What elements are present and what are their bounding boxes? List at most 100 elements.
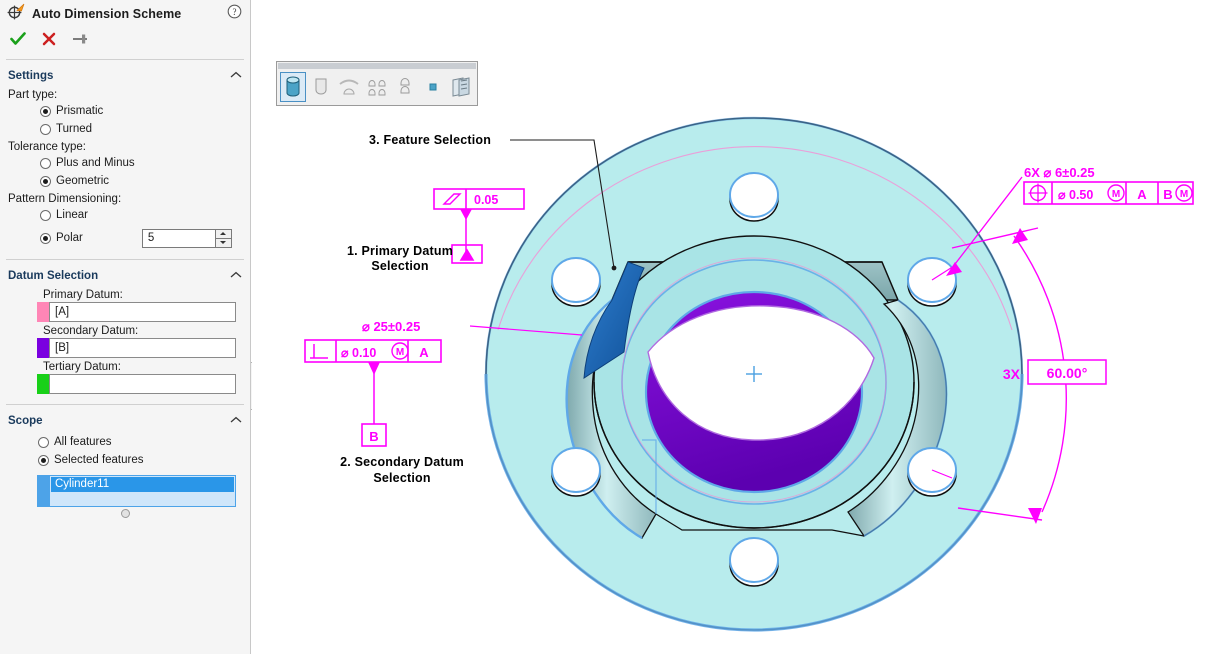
bore-dimension-leader [469, 325, 583, 336]
section-datum-selection-header[interactable]: Datum Selection [0, 266, 250, 286]
selected-features-color-swatch [37, 475, 49, 507]
flatness-feature-control-frame [433, 188, 525, 210]
radio-prismatic[interactable]: Prismatic [0, 102, 250, 120]
list-item[interactable]: Cylinder11 [51, 477, 234, 492]
page-title: Auto Dimension Scheme [32, 7, 182, 21]
tertiary-datum-row[interactable] [37, 374, 236, 394]
angle-count-label: 3X [1003, 366, 1021, 382]
position-datum-secondary: B [1163, 187, 1172, 202]
chevron-up-icon[interactable] [230, 271, 242, 282]
secondary-datum-color-swatch [37, 338, 49, 358]
radio-prismatic-label: Prismatic [56, 105, 104, 117]
radio-geometric-indicator[interactable] [40, 175, 51, 187]
multi-face-feature-icon[interactable] [448, 72, 474, 102]
mmc-modifier-circle-icon [391, 342, 409, 360]
radio-plus-and-minus-indicator[interactable] [40, 157, 51, 169]
chevron-up-icon[interactable] [230, 416, 242, 427]
hole-feature-icon[interactable] [392, 72, 418, 102]
perpendicularity-datum-ref: A [419, 345, 429, 360]
position-tolerance-value: ⌀ 0.50 [1058, 188, 1093, 202]
secondary-datum-label: Secondary Datum: [43, 325, 139, 337]
callout-secondary-datum-line1: 2. Secondary Datum [340, 455, 464, 469]
chevron-up-icon[interactable] [230, 71, 242, 82]
radio-prismatic-indicator[interactable] [40, 105, 51, 117]
pattern-count-stepper[interactable]: 5 [141, 228, 232, 248]
tertiary-datum-label: Tertiary Datum: [43, 361, 121, 373]
center-mark-icon [746, 366, 762, 382]
radio-polar-indicator[interactable] [40, 232, 51, 244]
radio-linear-indicator[interactable] [40, 209, 51, 221]
section-settings-title: Settings [8, 70, 54, 82]
selected-features-listbox-wrap: Cylinder11 [37, 475, 236, 507]
radio-linear[interactable]: Linear [0, 206, 250, 224]
angular-arrow-top [1012, 228, 1028, 244]
angular-arrow-bottom [1028, 508, 1042, 524]
flatness-tolerance-value: 0.05 [474, 193, 498, 207]
angle-value-text: 60.00° [1047, 365, 1088, 381]
toolbar-items [277, 69, 477, 105]
fillet-feature-icon[interactable] [336, 72, 362, 102]
hole-callout-leader [951, 176, 1023, 269]
check-icon[interactable] [10, 31, 26, 51]
radio-plus-and-minus-label: Plus and Minus [56, 157, 135, 169]
datum-b-frame [361, 423, 387, 447]
graphics-area[interactable]: 0.05 ⌀ 25±0.25 ⌀ 0.10 M A B 6X ⌀ 6±0.25 … [252, 0, 1208, 654]
radio-plus-and-minus[interactable]: Plus and Minus [0, 154, 250, 172]
radio-geometric-label: Geometric [56, 175, 110, 187]
primary-datum-field[interactable]: [A] [49, 302, 236, 322]
radio-turned[interactable]: Turned [0, 120, 250, 138]
panel-header: Auto Dimension Scheme ? [0, 0, 250, 28]
panel-divider-2 [6, 259, 244, 260]
datum-b-leader-arrow [368, 362, 380, 375]
help-icon[interactable]: ? [227, 4, 242, 24]
pin-icon[interactable] [72, 32, 89, 51]
radio-all-features[interactable]: All features [0, 433, 250, 451]
x-icon[interactable] [42, 32, 56, 51]
position-datum-secondary-modifier: M [1180, 189, 1188, 200]
primary-datum-label: Primary Datum: [43, 289, 123, 301]
part-type-label: Part type: [8, 89, 58, 101]
feature-selection-leader [510, 139, 615, 269]
radio-polar-label: Polar [56, 232, 83, 244]
position-modifier: M [1112, 189, 1120, 200]
radio-selected-features[interactable]: Selected features [0, 451, 250, 469]
bore-dimension-text: ⌀ 25±0.25 [362, 319, 420, 334]
radio-selected-features-label: Selected features [54, 454, 144, 466]
hole-center-tick [931, 265, 955, 281]
selected-features-listbox[interactable]: Cylinder11 [49, 475, 236, 507]
radio-turned-label: Turned [56, 123, 93, 135]
radio-selected-features-indicator[interactable] [38, 454, 49, 466]
hole-callout-leader-arrow [946, 262, 962, 276]
secondary-datum-field[interactable]: [B] [49, 338, 236, 358]
feature-type-toolbar[interactable] [276, 61, 478, 106]
callout-primary-datum-line1: 1. Primary Datum [346, 244, 454, 258]
plane-feature-icon[interactable] [420, 72, 446, 102]
perpendicularity-tolerance-value: ⌀ 0.10 [341, 346, 376, 360]
application-window: Auto Dimension Scheme ? Settings Part ty… [0, 0, 1208, 654]
pattern-count-stepper-buttons[interactable] [214, 228, 232, 248]
position-datum-primary: A [1137, 187, 1147, 202]
section-settings-header[interactable]: Settings [0, 66, 250, 86]
panel-divider-3 [6, 404, 244, 405]
tertiary-datum-field[interactable] [49, 374, 236, 394]
radio-geometric[interactable]: Geometric [0, 172, 250, 190]
primary-datum-row[interactable]: [A] [37, 302, 236, 322]
perpendicularity-modifier: M [396, 347, 404, 358]
radio-all-features-indicator[interactable] [38, 436, 49, 448]
hole-count-dimension-text: 6X ⌀ 6±0.25 [1024, 165, 1095, 180]
angular-dimension-arc [951, 227, 1067, 521]
stepper-down-icon[interactable] [214, 237, 232, 248]
hole-pattern-feature-icon[interactable] [364, 72, 390, 102]
pattern-dimensioning-label: Pattern Dimensioning: [8, 193, 122, 205]
position-feature-control-frame [1023, 181, 1194, 205]
angle-value-box [1027, 359, 1107, 385]
cylinder-feature-icon[interactable] [280, 72, 306, 102]
listbox-resize-handle[interactable] [120, 509, 130, 518]
perpendicularity-feature-control-frame [304, 339, 442, 363]
secondary-datum-row[interactable]: [B] [37, 338, 236, 358]
section-scope-header[interactable]: Scope [0, 411, 250, 431]
pocket-feature-icon[interactable] [308, 72, 334, 102]
radio-polar-row[interactable]: Polar 5 [0, 226, 250, 250]
datum-b-label: B [369, 429, 378, 444]
radio-turned-indicator[interactable] [40, 123, 51, 135]
